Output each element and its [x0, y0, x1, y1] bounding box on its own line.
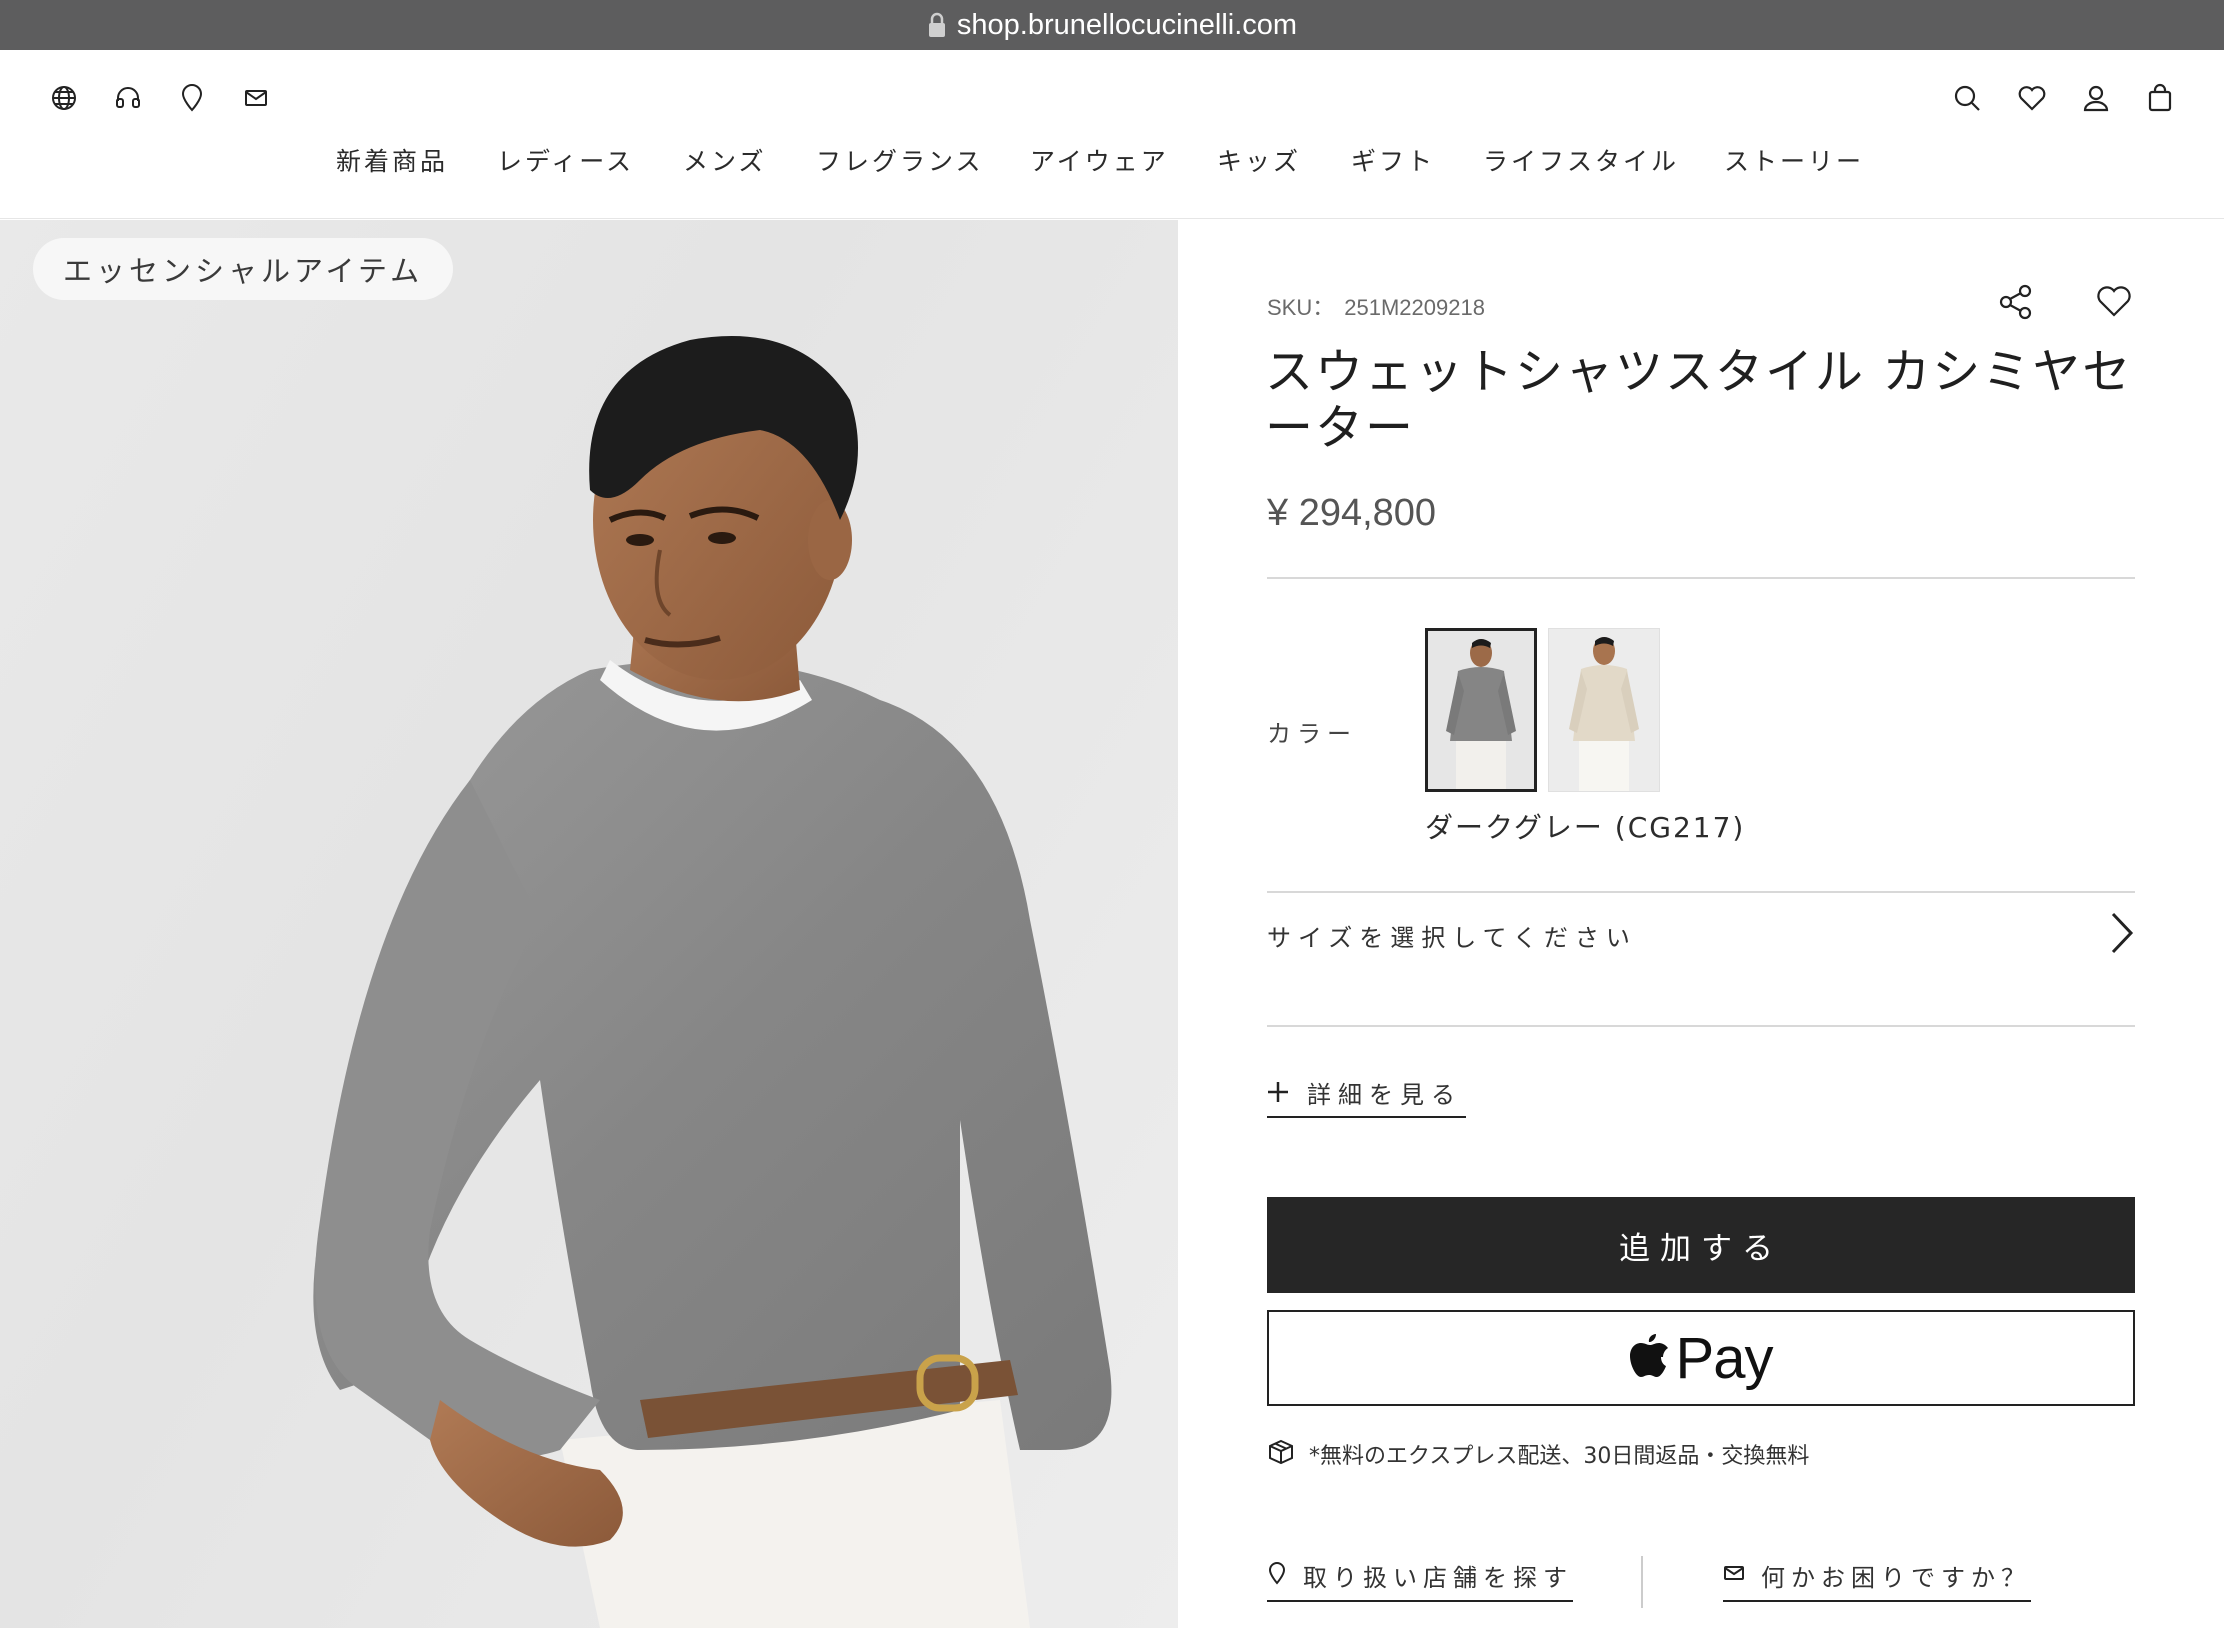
apple-logo-icon [1629, 1332, 1670, 1384]
product-detail-panel: SKU： 251M2209218 スウェットシャツスタイル カシミヤセーター ¥ … [1178, 220, 2224, 1628]
help-label: 何かお困りですか？ [1761, 1563, 2031, 1592]
package-box-icon [1267, 1438, 1295, 1470]
shipping-note: *無料のエクスプレス配送、30日間返品・交換無料 [1309, 1444, 1810, 1469]
product-price: ¥ 294,800 [1267, 492, 1437, 534]
nav-item-women[interactable]: レディース [497, 142, 634, 178]
sku-value: 251M2209218 [1344, 295, 1485, 320]
product-image[interactable]: エッセンシャルアイテム [0, 220, 1178, 1628]
wishlist-heart-icon[interactable] [2094, 282, 2134, 322]
globe-icon[interactable] [47, 81, 81, 115]
add-to-cart-button[interactable]: 追加する [1267, 1197, 2135, 1293]
find-store-link[interactable]: 取り扱い店舗を探す [1267, 1550, 1573, 1602]
see-details-link[interactable]: 詳細を見る [1267, 1068, 1466, 1118]
nav-item-stories[interactable]: ストーリー [1724, 142, 1864, 178]
divider [1267, 577, 2135, 579]
divider [1267, 1025, 2135, 1027]
nav-item-eyewear[interactable]: アイウェア [1030, 142, 1169, 178]
chevron-right-icon [2105, 910, 2135, 960]
browser-url-bar[interactable]: shop.brunellocucinelli.com [0, 0, 2224, 50]
shipping-info: *無料のエクスプレス配送、30日間返品・交換無料 [1267, 1438, 1809, 1470]
color-swatch-dark-grey[interactable] [1425, 628, 1537, 792]
size-selector-label: サイズを選択してください [1267, 923, 1637, 952]
apple-pay-label: Pay [1675, 1325, 1774, 1391]
plus-icon [1267, 1076, 1289, 1108]
site-header: 新着商品 レディース メンズ フレグランス アイウェア キッズ ギフト ライフス… [0, 50, 2224, 219]
nav-item-kids[interactable]: キッズ [1217, 142, 1301, 178]
url-text: shop.brunellocucinelli.com [956, 8, 1298, 41]
heart-icon[interactable] [2015, 81, 2049, 115]
selected-color-name: ダークグレー (CG217) [1425, 811, 1746, 844]
essential-item-badge: エッセンシャルアイテム [33, 238, 454, 300]
help-link[interactable]: 何かお困りですか？ [1723, 1550, 2031, 1602]
see-details-label: 詳細を見る [1307, 1080, 1462, 1109]
search-icon[interactable] [1950, 81, 1984, 115]
nav-item-men[interactable]: メンズ [683, 142, 767, 178]
mail-icon [1723, 1564, 1745, 1586]
share-icon[interactable] [1996, 282, 2036, 322]
product-sku: SKU： 251M2209218 [1267, 290, 1495, 322]
sku-label: SKU： [1267, 295, 1335, 320]
location-pin-icon [1267, 1561, 1287, 1589]
color-label: カラー [1267, 720, 1357, 748]
main-navigation: 新着商品 レディース メンズ フレグランス アイウェア キッズ ギフト ライフス… [0, 142, 2224, 182]
nav-item-gifts[interactable]: ギフト [1351, 142, 1435, 178]
mail-icon[interactable] [239, 81, 273, 115]
product-title: スウェットシャツスタイル カシミヤセーター [1265, 344, 2133, 456]
location-pin-icon[interactable] [175, 81, 209, 115]
nav-item-lifestyle[interactable]: ライフスタイル [1483, 142, 1679, 178]
nav-item-fragrance[interactable]: フレグランス [816, 142, 984, 178]
model-illustration [313, 336, 1112, 1628]
find-store-label: 取り扱い店舗を探す [1303, 1563, 1573, 1592]
shopping-bag-icon[interactable] [2143, 81, 2177, 115]
headset-icon[interactable] [111, 81, 145, 115]
color-swatch-beige[interactable] [1548, 628, 1660, 792]
lock-icon [927, 12, 947, 38]
apple-pay-button[interactable]: Pay [1267, 1310, 2135, 1406]
link-separator [1641, 1556, 1643, 1608]
nav-item-new-arrivals[interactable]: 新着商品 [336, 142, 448, 178]
user-icon[interactable] [2079, 81, 2113, 115]
size-selector[interactable]: サイズを選択してください [1267, 892, 2135, 978]
